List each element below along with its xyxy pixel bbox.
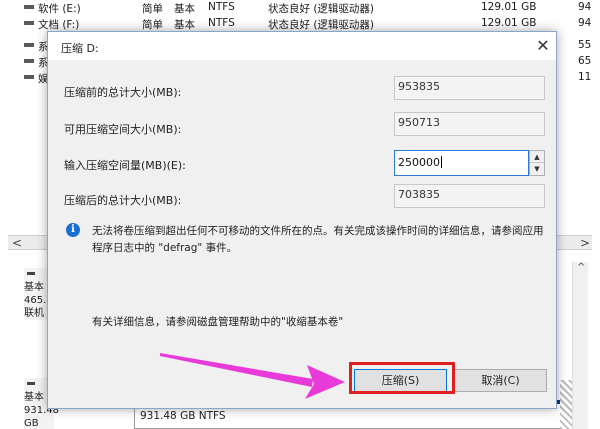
pointer-arrow-icon xyxy=(160,353,345,399)
